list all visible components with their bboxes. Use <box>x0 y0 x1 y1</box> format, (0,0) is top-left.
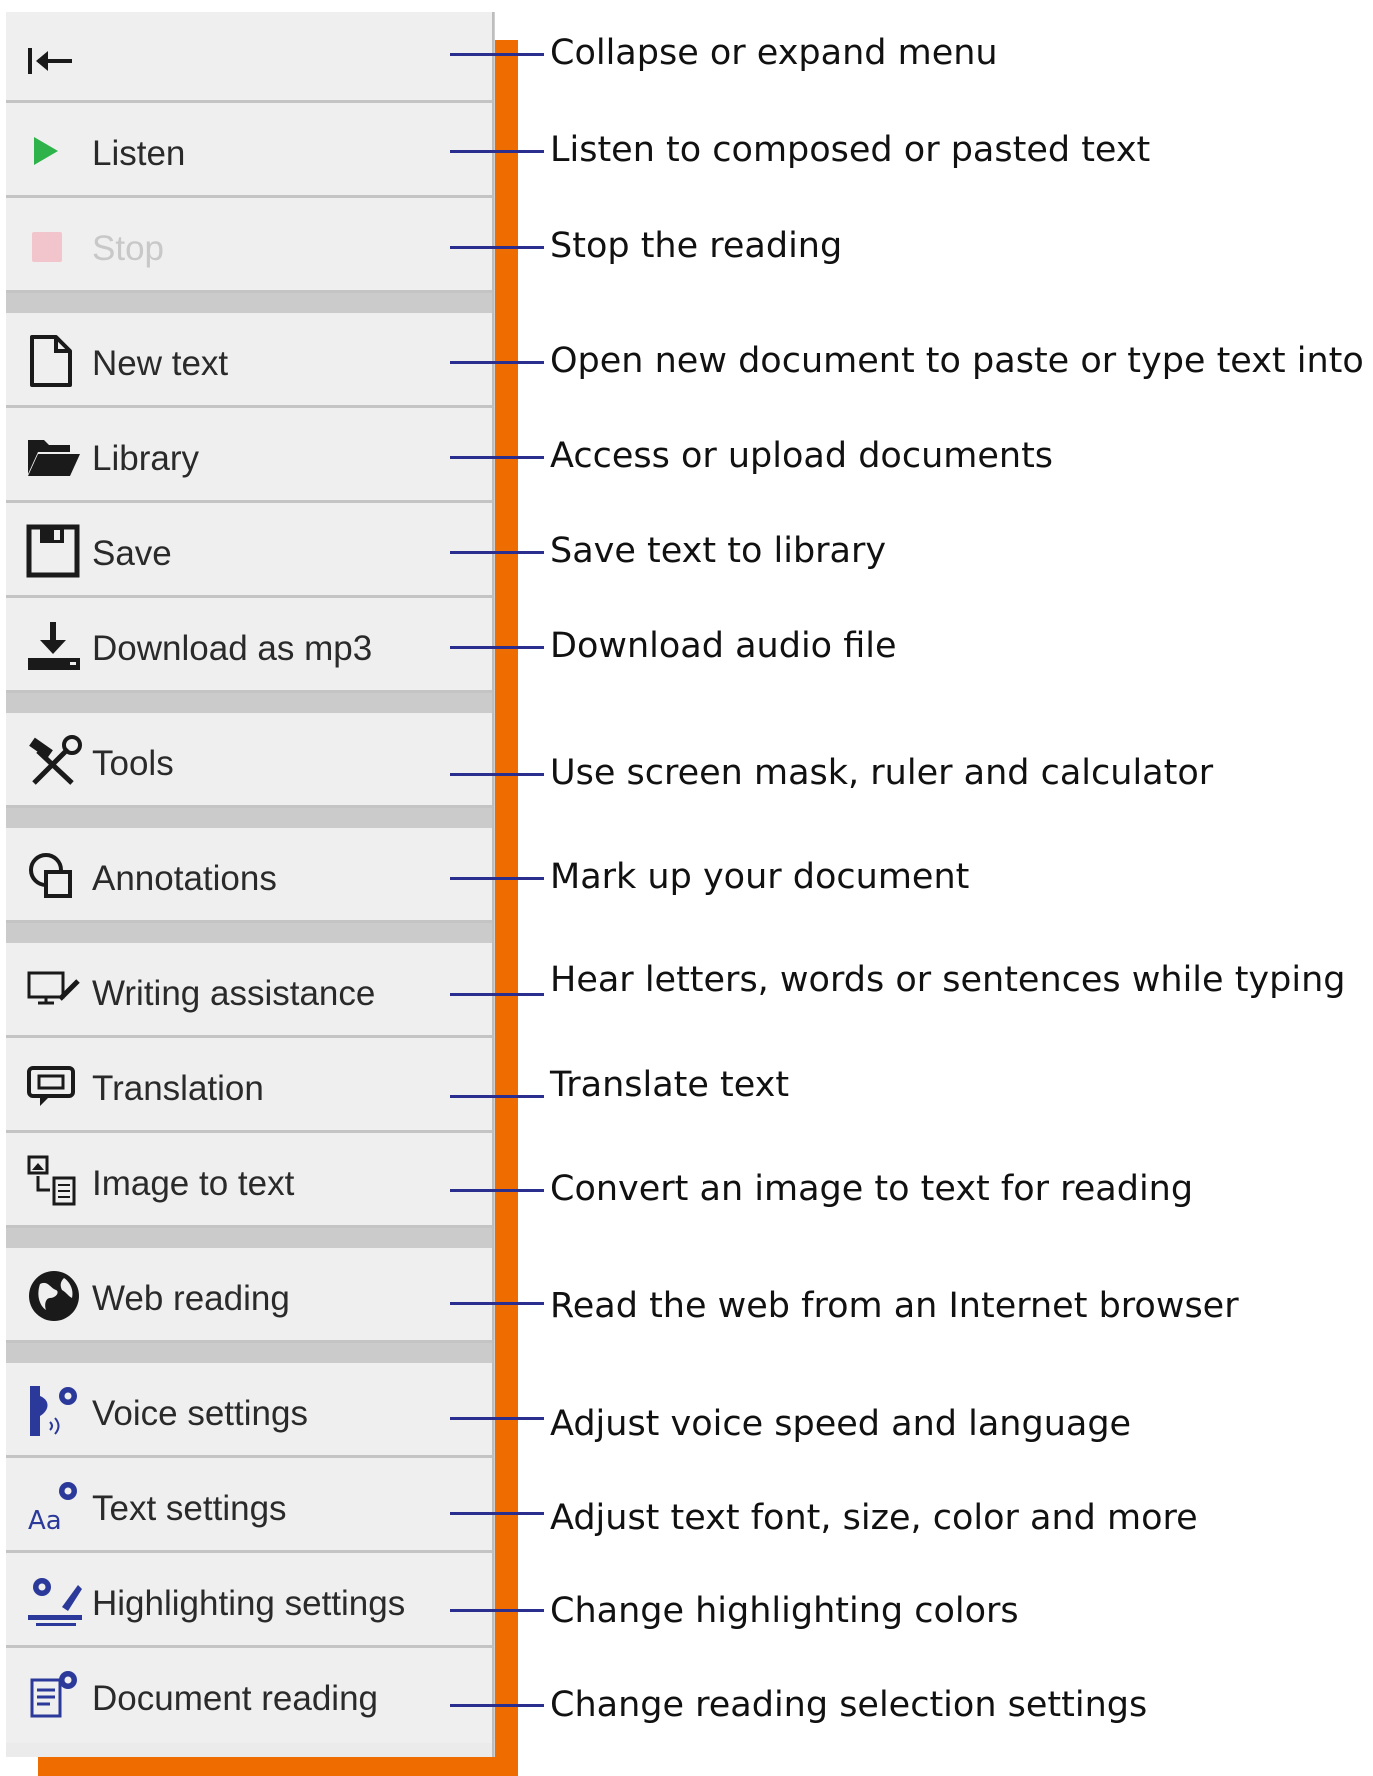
image-to-text-label: Image to text <box>92 1164 295 1203</box>
listen-label: Listen <box>92 134 186 173</box>
annotation-library: Access or upload documents <box>550 436 1054 476</box>
connector-line <box>450 1189 544 1192</box>
annotation-tools: Use screen mask, ruler and calculator <box>550 753 1214 793</box>
annotation-voice-settings: Adjust voice speed and language <box>550 1404 1132 1444</box>
download-mp3-label: Download as mp3 <box>92 629 373 668</box>
connector-line <box>450 1512 544 1515</box>
document-reading-label: Document reading <box>92 1679 378 1718</box>
stop-button[interactable]: Stop <box>6 198 492 293</box>
stop-icon <box>26 198 86 293</box>
connector-line <box>450 646 544 649</box>
connector-line <box>450 361 544 364</box>
connector-line <box>450 53 544 56</box>
download-mp3-button[interactable]: Download as mp3 <box>6 598 492 693</box>
connector-line <box>450 246 544 249</box>
translation-label: Translation <box>92 1069 264 1108</box>
document-icon <box>26 313 86 408</box>
annotations-label: Annotations <box>92 859 277 898</box>
listen-button[interactable]: Listen <box>6 103 492 198</box>
connector-line <box>450 1095 544 1098</box>
play-icon <box>26 103 86 198</box>
menu-divider <box>6 1228 492 1248</box>
highlighting-settings-button[interactable]: Highlighting settings <box>6 1553 492 1648</box>
folder-open-icon <box>26 408 86 503</box>
svg-text:Aa: Aa <box>28 1506 62 1535</box>
library-label: Library <box>92 439 199 478</box>
connector-line <box>450 1417 544 1420</box>
floppy-disk-icon <box>26 503 86 598</box>
save-button[interactable]: Save <box>6 503 492 598</box>
web-reading-label: Web reading <box>92 1279 290 1318</box>
annotation-download: Download audio file <box>550 626 897 666</box>
connector-line <box>450 1302 544 1305</box>
image-to-text-button[interactable]: Image to text <box>6 1133 492 1228</box>
connector-line <box>450 773 544 776</box>
text-settings-icon: Aa <box>26 1458 86 1553</box>
connector-line <box>450 993 544 996</box>
voice-settings-label: Voice settings <box>92 1394 308 1433</box>
writing-assistance-button[interactable]: Writing assistance <box>6 943 492 1038</box>
voice-settings-icon <box>26 1363 86 1458</box>
collapse-arrow-icon <box>26 12 86 107</box>
annotation-annotations: Mark up your document <box>550 857 970 897</box>
translation-button[interactable]: Translation <box>6 1038 492 1133</box>
highlighting-settings-icon <box>26 1553 86 1648</box>
document-reading-button[interactable]: Document reading <box>6 1648 492 1743</box>
text-settings-label: Text settings <box>92 1489 287 1528</box>
web-reading-button[interactable]: Web reading <box>6 1248 492 1343</box>
annotations-button[interactable]: Annotations <box>6 828 492 923</box>
connector-line <box>450 150 544 153</box>
tools-button[interactable]: Tools <box>6 713 492 808</box>
monitor-pen-icon <box>26 943 86 1038</box>
tools-label: Tools <box>92 744 174 783</box>
annotation-web-reading: Read the web from an Internet browser <box>550 1286 1239 1326</box>
annotation-image-to-text: Convert an image to text for reading <box>550 1169 1194 1209</box>
annotation-highlighting: Change highlighting colors <box>550 1591 1019 1631</box>
text-settings-button[interactable]: Aa Text settings <box>6 1458 492 1553</box>
voice-settings-button[interactable]: Voice settings <box>6 1363 492 1458</box>
annotation-translation: Translate text <box>550 1065 790 1105</box>
annotations-icon <box>26 828 86 923</box>
menu-divider <box>6 923 492 943</box>
save-label: Save <box>92 534 172 573</box>
annotation-save: Save text to library <box>550 531 887 571</box>
annotation-document-reading: Change reading selection settings <box>550 1685 1148 1725</box>
document-reading-icon <box>26 1648 86 1743</box>
sidebar-menu: Listen Stop New text Library Save Downlo… <box>6 12 494 1757</box>
new-text-label: New text <box>92 344 229 383</box>
translation-icon <box>26 1038 86 1133</box>
connector-line <box>450 551 544 554</box>
menu-divider <box>6 1343 492 1363</box>
image-to-text-icon <box>26 1133 86 1228</box>
menu-divider <box>6 808 492 828</box>
connector-line <box>450 1609 544 1612</box>
download-icon <box>26 598 86 693</box>
menu-divider <box>6 693 492 713</box>
annotation-stop: Stop the reading <box>550 226 843 266</box>
annotation-collapse: Collapse or expand menu <box>550 33 998 73</box>
connector-line <box>450 877 544 880</box>
highlighting-settings-label: Highlighting settings <box>92 1584 406 1623</box>
annotation-new-text: Open new document to paste or type text … <box>550 341 1364 381</box>
collapse-menu-button[interactable] <box>6 12 492 103</box>
writing-assistance-label: Writing assistance <box>92 974 376 1013</box>
connector-line <box>450 456 544 459</box>
connector-line <box>450 1704 544 1707</box>
library-button[interactable]: Library <box>6 408 492 503</box>
menu-divider <box>6 293 492 313</box>
hammer-wrench-icon <box>26 713 86 808</box>
new-text-button[interactable]: New text <box>6 313 492 408</box>
annotation-listen: Listen to composed or pasted text <box>550 130 1151 170</box>
annotation-text-settings: Adjust text font, size, color and more <box>550 1498 1198 1538</box>
stop-label: Stop <box>92 229 164 268</box>
globe-icon <box>26 1248 86 1343</box>
annotation-writing: Hear letters, words or sentences while t… <box>550 960 1346 1000</box>
